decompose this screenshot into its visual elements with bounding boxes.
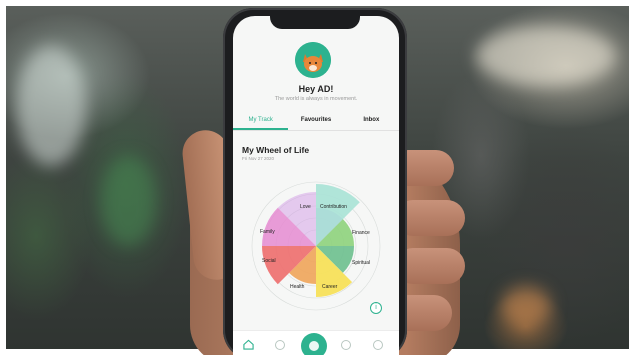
tab-inbox[interactable]: Inbox (344, 113, 399, 130)
background-blur-window (476, 26, 616, 86)
tab-my-track[interactable]: My Track (233, 113, 289, 130)
greeting: Hey AD! (298, 84, 334, 94)
card-date: Fri Nov 27 2020 (242, 156, 275, 161)
wheel-label-finance: Finance (352, 230, 370, 236)
add-icon (309, 341, 319, 351)
tab-favourites[interactable]: Favourites (288, 113, 343, 130)
settings-icon[interactable] (341, 340, 351, 350)
tab-bar: My Track Favourites Inbox (233, 113, 399, 131)
info-button[interactable]: i (370, 302, 382, 314)
wheel-of-life-chart[interactable]: Love Contribution Finance Spiritual Care… (248, 178, 384, 314)
background-blur-orange (501, 286, 551, 326)
wheel-label-health: Health (290, 284, 305, 290)
background-blur-light (16, 46, 86, 166)
home-icon[interactable] (243, 339, 254, 350)
wheel-label-contribution: Contribution (320, 204, 347, 210)
background-blur-green (101, 156, 156, 246)
wheel-label-social: Social (262, 258, 276, 264)
add-button[interactable] (301, 333, 327, 355)
avatar[interactable] (295, 42, 331, 78)
bottom-nav (233, 330, 399, 355)
wheel-label-spiritual: Spiritual (352, 260, 370, 266)
fox-avatar-icon (295, 42, 331, 78)
profile-icon[interactable] (373, 340, 383, 350)
greeting-subtitle: The world is always in movement. (274, 96, 358, 102)
phone-notch (270, 14, 360, 29)
wheel-label-love: Love (300, 204, 311, 210)
card-title: My Wheel of Life (242, 145, 310, 155)
wheel-label-career: Career (322, 284, 338, 290)
compass-icon[interactable] (275, 340, 285, 350)
wheel-label-family: Family (260, 229, 275, 235)
